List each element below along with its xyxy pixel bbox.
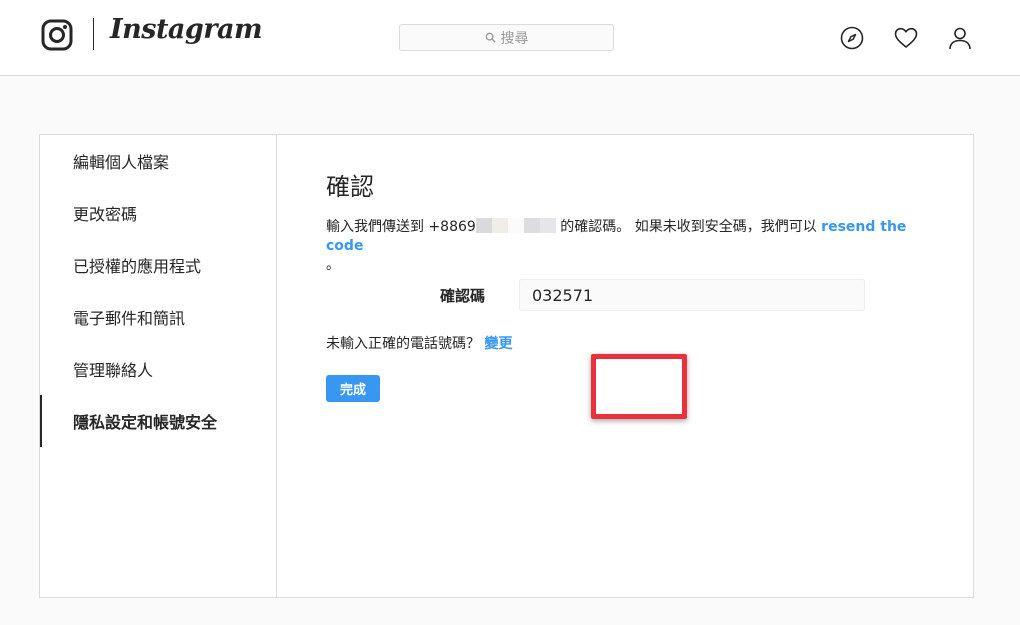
info-prefix: 輸入我們傳送到 +8869 xyxy=(326,219,476,235)
confirm-instructions: 輸入我們傳送到 +8869 的確認碼。 如果未收到安全碼，我們可以 resend… xyxy=(326,218,926,275)
redacted-block xyxy=(523,218,540,233)
logo-divider xyxy=(93,18,94,50)
profile-icon[interactable] xyxy=(948,26,972,50)
sidebar-item-email-sms[interactable]: 電子郵件和簡訊 xyxy=(40,291,276,343)
search-input[interactable]: 搜尋 xyxy=(399,24,614,51)
search-placeholder: 搜尋 xyxy=(500,30,529,47)
confirmation-code-input[interactable] xyxy=(519,279,865,311)
redacted-block xyxy=(475,218,492,233)
change-phone-link[interactable]: 變更 xyxy=(484,336,512,352)
highlight-box xyxy=(591,354,687,419)
instagram-camera-icon[interactable] xyxy=(41,19,73,51)
wrong-number-text: 未輸入正確的電話號碼？ 變更 xyxy=(326,333,512,353)
compass-icon[interactable] xyxy=(840,26,864,50)
settings-card: 編輯個人檔案 更改密碼 已授權的應用程式 電子郵件和簡訊 管理聯絡人 隱私設定和… xyxy=(39,134,974,598)
sidebar-item-privacy-security[interactable]: 隱私設定和帳號安全 xyxy=(40,395,276,447)
confirm-panel: 確認 輸入我們傳送到 +8869 的確認碼。 如果未收到安全碼，我們可以 res… xyxy=(326,135,946,597)
sidebar-item-manage-contacts[interactable]: 管理聯絡人 xyxy=(40,343,276,395)
sidebar-item-change-password[interactable]: 更改密碼 xyxy=(40,187,276,239)
heart-icon[interactable] xyxy=(894,26,918,50)
sidebar-item-edit-profile[interactable]: 編輯個人檔案 xyxy=(40,135,276,187)
code-label: 確認碼 xyxy=(440,287,486,305)
sidebar-item-authorized-apps[interactable]: 已授權的應用程式 xyxy=(40,239,276,291)
redacted-block xyxy=(491,218,508,233)
top-navbar: Instagram 搜尋 xyxy=(0,0,1020,76)
wrong-number-label: 未輸入正確的電話號碼？ xyxy=(326,336,485,352)
info-middle: 的確認碼。 如果未收到安全碼，我們可以 xyxy=(555,219,822,235)
redacted-block xyxy=(539,218,556,233)
info-suffix: 。 xyxy=(326,257,340,273)
instagram-wordmark[interactable]: Instagram xyxy=(110,14,263,45)
settings-sidebar: 編輯個人檔案 更改密碼 已授權的應用程式 電子郵件和簡訊 管理聯絡人 隱私設定和… xyxy=(40,135,277,597)
redacted-block xyxy=(507,218,524,233)
done-button[interactable]: 完成 xyxy=(326,375,380,402)
search-icon xyxy=(485,32,496,43)
page-title: 確認 xyxy=(326,173,374,201)
